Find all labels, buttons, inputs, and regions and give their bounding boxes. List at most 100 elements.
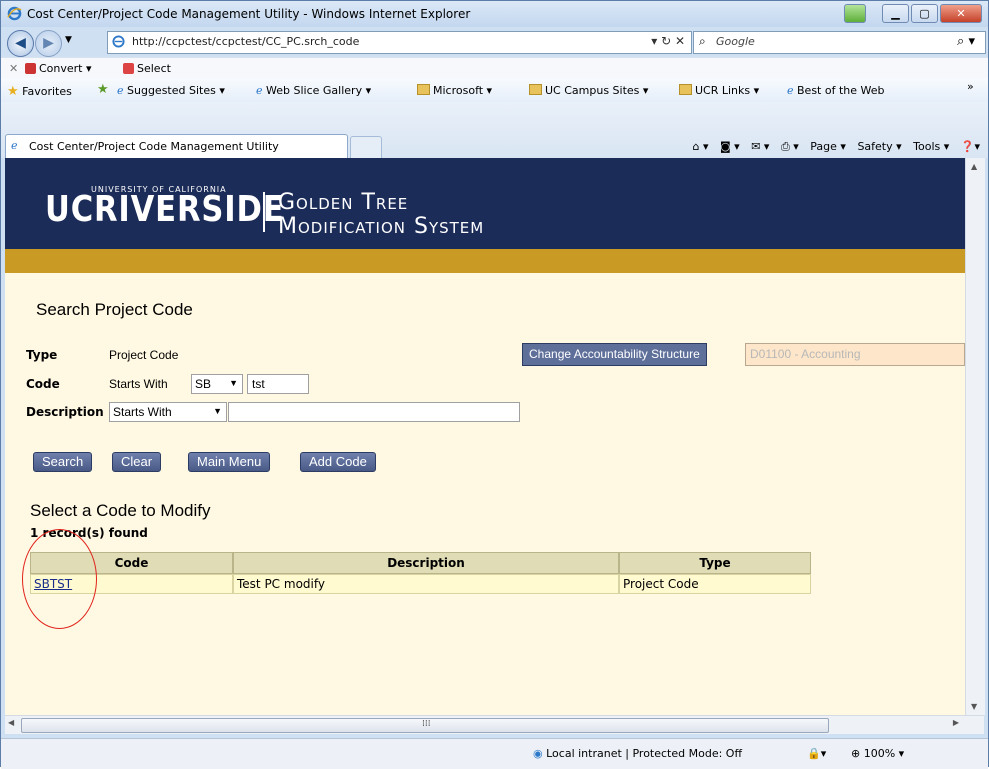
folder-icon bbox=[679, 84, 692, 95]
search-box[interactable]: ⌕ Google ⌕ ▾ bbox=[693, 31, 986, 54]
code-label: Code bbox=[26, 377, 60, 391]
favorite-label: Best of the Web bbox=[797, 84, 885, 97]
address-bar[interactable]: http://ccpctest/ccpctest/CC_PC.srch_code… bbox=[107, 31, 692, 54]
title-bar: Cost Center/Project Code Management Util… bbox=[1, 1, 988, 27]
form-background bbox=[5, 273, 965, 715]
mail-icon[interactable]: ✉ ▾ bbox=[751, 140, 769, 153]
vertical-scrollbar[interactable]: ▲ ▼ bbox=[965, 158, 985, 715]
search-button[interactable]: Search bbox=[33, 452, 93, 472]
help-icon[interactable]: ❓▾ bbox=[961, 140, 980, 153]
favorite-item-best-of-the-web[interactable]: ℯ Best of the Web bbox=[787, 84, 885, 97]
logo-separator bbox=[263, 192, 265, 232]
zoom-control[interactable]: ⊕ 100% ▾ bbox=[851, 747, 904, 760]
status-bar: ◉ Local intranet | Protected Mode: Off 🔒… bbox=[1, 738, 988, 769]
maximize-button[interactable]: ▢ bbox=[911, 4, 938, 23]
favorite-item-suggested-sites[interactable]: ℯ Suggested Sites ▾ bbox=[117, 84, 225, 97]
results-title: Select a Code to Modify bbox=[30, 501, 211, 520]
tab-current[interactable]: ℯ Cost Center/Project Code Management Ut… bbox=[5, 134, 348, 159]
record-count: 1 record(s) found bbox=[30, 526, 148, 540]
select-button[interactable]: Select bbox=[123, 62, 171, 75]
new-tab-button[interactable] bbox=[350, 136, 382, 158]
zoom-icon: ⊕ bbox=[851, 747, 861, 760]
code-prefix-select[interactable]: SB ▼ bbox=[191, 374, 243, 394]
favorites-label: Favorites bbox=[22, 85, 72, 98]
column-header-code: Code bbox=[30, 552, 233, 574]
favorite-label: UC Campus Sites ▾ bbox=[545, 84, 649, 97]
folder-icon bbox=[417, 84, 430, 95]
scroll-right-icon[interactable]: ▶ bbox=[953, 718, 959, 727]
favorite-item-web-slice-gallery[interactable]: ℯ Web Slice Gallery ▾ bbox=[256, 84, 371, 97]
favorite-item-microsoft[interactable]: Microsoft ▾ bbox=[417, 84, 492, 97]
back-button[interactable]: ◀ bbox=[7, 30, 34, 57]
favorites-button[interactable]: ★ Favorites bbox=[7, 84, 72, 99]
favorite-label: Suggested Sites ▾ bbox=[127, 84, 225, 97]
horizontal-scrollbar[interactable]: ◀ ⁞⁞⁞ ▶ bbox=[5, 715, 984, 734]
address-url[interactable]: http://ccpctest/ccpctest/CC_PC.srch_code bbox=[132, 35, 359, 48]
system-title-line2: Modification System bbox=[278, 214, 485, 239]
intranet-globe-icon: ◉ bbox=[533, 747, 543, 760]
scroll-left-icon[interactable]: ◀ bbox=[8, 718, 14, 727]
safety-menu[interactable]: Safety ▾ bbox=[857, 140, 901, 153]
page-title: Search Project Code bbox=[36, 300, 193, 319]
search-provider-icon: ⌕ bbox=[699, 34, 706, 48]
favorite-item-ucr-links[interactable]: UCR Links ▾ bbox=[679, 84, 759, 97]
code-input[interactable]: tst bbox=[247, 374, 309, 394]
header-banner: UNIVERSITY OF CALIFORNIA UCRIVERSIDE Gol… bbox=[5, 158, 965, 249]
type-label: Type bbox=[26, 348, 58, 362]
address-controls[interactable]: ▾ ↻ ✕ bbox=[651, 34, 685, 48]
select-icon bbox=[123, 63, 134, 74]
description-cell: Test PC modify bbox=[233, 574, 619, 594]
description-input[interactable] bbox=[228, 402, 520, 422]
scroll-grip-icon: ⁞⁞⁞ bbox=[422, 719, 431, 729]
scroll-up-icon[interactable]: ▲ bbox=[971, 162, 977, 171]
accountability-field: D01100 - Accounting bbox=[745, 343, 965, 366]
main-menu-button[interactable]: Main Menu bbox=[188, 452, 271, 472]
zone-text: Local intranet | Protected Mode: Off bbox=[546, 747, 743, 760]
code-cell: SBTST bbox=[30, 574, 233, 594]
search-placeholder[interactable]: Google bbox=[716, 35, 755, 48]
home-icon[interactable]: ⌂ ▾ bbox=[692, 140, 708, 153]
tray-icon[interactable] bbox=[844, 4, 866, 23]
close-toolbar-icon[interactable]: ✕ bbox=[9, 62, 18, 75]
ie-icon: ℯ bbox=[117, 84, 124, 97]
scroll-down-icon[interactable]: ▼ bbox=[971, 702, 977, 711]
code-link[interactable]: SBTST bbox=[34, 577, 72, 591]
tools-menu[interactable]: Tools ▾ bbox=[913, 140, 949, 153]
description-operator-select[interactable]: Starts With ▼ bbox=[109, 402, 227, 422]
folder-icon bbox=[529, 84, 542, 95]
protected-mode-icon[interactable]: 🔒▾ bbox=[807, 747, 826, 760]
change-accountability-button[interactable]: Change Accountability Structure bbox=[522, 343, 707, 366]
address-row: ◀ ▶ ▼ http://ccpctest/ccpctest/CC_PC.src… bbox=[1, 27, 988, 57]
close-button[interactable]: ✕ bbox=[940, 4, 982, 23]
select-label: Select bbox=[137, 62, 171, 75]
add-code-button[interactable]: Add Code bbox=[300, 452, 376, 472]
favorite-label: Microsoft ▾ bbox=[433, 84, 493, 97]
favorite-label: Web Slice Gallery ▾ bbox=[266, 84, 372, 97]
table-row: SBTST Test PC modify Project Code bbox=[30, 574, 811, 594]
zoom-level: 100% bbox=[863, 747, 896, 760]
favorite-item-uc-campus-sites[interactable]: UC Campus Sites ▾ bbox=[529, 84, 648, 97]
scroll-thumb[interactable]: ⁞⁞⁞ bbox=[21, 718, 829, 733]
print-icon[interactable]: ⎙ ▾ bbox=[781, 140, 799, 153]
recent-pages-dropdown-icon[interactable]: ▼ bbox=[65, 35, 72, 45]
window-controls: ▁ ▢ ✕ bbox=[844, 4, 982, 23]
pdf-convert-icon bbox=[25, 63, 36, 74]
chevron-more-icon[interactable]: » bbox=[967, 80, 974, 93]
column-header-description: Description bbox=[233, 552, 619, 574]
forward-arrow-icon: ▶ bbox=[43, 35, 54, 51]
minimize-button[interactable]: ▁ bbox=[882, 4, 909, 23]
clear-button[interactable]: Clear bbox=[112, 452, 162, 472]
favorite-label: UCR Links ▾ bbox=[695, 84, 760, 97]
command-bar: ⌂ ▾ ◙ ▾ ✉ ▾ ⎙ ▾ Page ▾ Safety ▾ Tools ▾ … bbox=[684, 140, 980, 154]
add-favorite-icon[interactable]: ★ bbox=[97, 82, 109, 97]
search-icon[interactable]: ⌕ ▾ bbox=[957, 34, 975, 49]
page-menu[interactable]: Page ▾ bbox=[810, 140, 846, 153]
feeds-icon[interactable]: ◙ ▾ bbox=[720, 140, 740, 153]
forward-button[interactable]: ▶ bbox=[35, 30, 62, 57]
code-operator: Starts With bbox=[109, 377, 168, 391]
favorites-bar: ★ Favorites ★ ℯ Suggested Sites ▾ ℯ Web … bbox=[1, 78, 988, 102]
convert-button[interactable]: Convert ▾ bbox=[25, 62, 92, 75]
convert-toolbar: ✕ Convert ▾ Select bbox=[1, 57, 988, 79]
description-label: Description bbox=[26, 405, 104, 419]
type-cell: Project Code bbox=[619, 574, 811, 594]
